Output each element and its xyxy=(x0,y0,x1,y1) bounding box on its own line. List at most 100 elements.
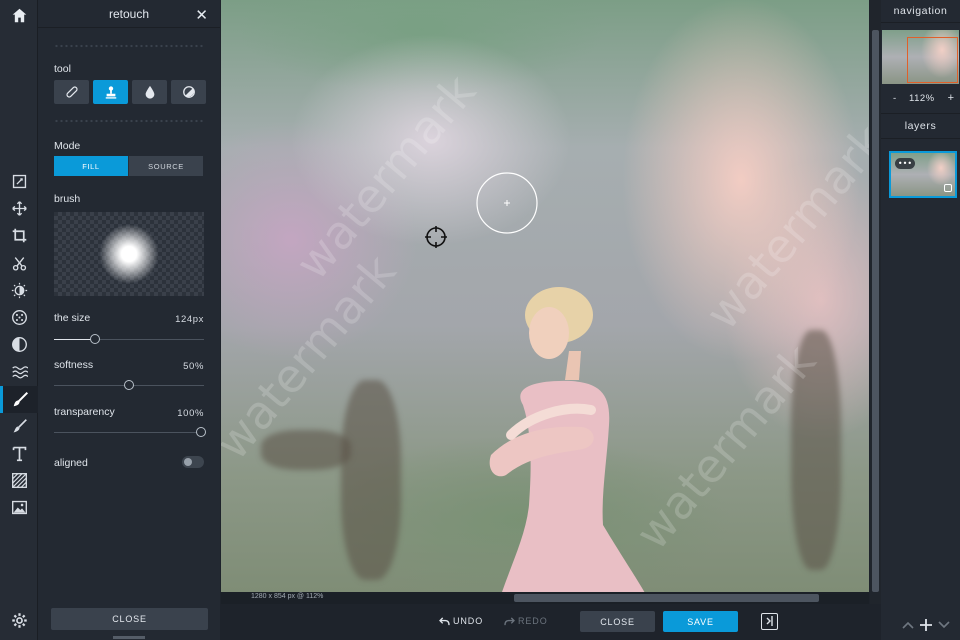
tool-adjust[interactable] xyxy=(0,277,38,304)
panel-title: retouch xyxy=(108,7,150,21)
retouch-panel: retouch ✕ tool Mode FILL SOURCE brush th… xyxy=(38,0,220,640)
tool-retouch[interactable] xyxy=(0,385,38,413)
panel-close-icon[interactable]: ✕ xyxy=(195,6,208,24)
dodge-burn-button[interactable] xyxy=(171,80,206,104)
tool-edit[interactable] xyxy=(0,168,38,195)
brush-glow xyxy=(99,224,159,284)
layer-more-button[interactable]: ••• xyxy=(895,158,915,169)
toggle-panel-button[interactable] xyxy=(761,613,778,630)
transparency-slider-knob[interactable] xyxy=(196,427,206,437)
divider xyxy=(881,22,960,23)
transparency-value: 100% xyxy=(177,408,204,419)
mode-fill-button[interactable]: FILL xyxy=(54,156,128,176)
source-crosshair xyxy=(425,226,447,248)
softness-label: softness xyxy=(54,359,94,371)
heal-tool-button[interactable] xyxy=(54,80,89,104)
text-icon xyxy=(12,446,26,462)
clone-stamp-button[interactable] xyxy=(93,80,128,104)
home-button[interactable] xyxy=(0,0,38,30)
close-button[interactable]: CLOSE xyxy=(580,611,655,632)
redo-button[interactable]: REDO xyxy=(504,616,548,626)
panel-close-button[interactable]: CLOSE xyxy=(51,608,208,630)
watermark: watermark xyxy=(284,64,487,290)
navigation-viewport[interactable] xyxy=(907,37,958,83)
clone-stamp-icon xyxy=(105,86,116,99)
texture-icon xyxy=(11,473,27,489)
mode-label: Mode xyxy=(54,140,81,152)
home-icon xyxy=(12,8,26,22)
navigation-thumbnail[interactable] xyxy=(882,30,959,84)
action-bar: UNDO REDO CLOSE SAVE xyxy=(221,604,881,640)
tree-trunk xyxy=(341,380,401,580)
size-label: the size xyxy=(54,312,91,324)
save-button[interactable]: SAVE xyxy=(663,611,738,632)
image-canvas[interactable]: watermark watermark watermark watermark xyxy=(221,0,869,592)
tool-filter[interactable] xyxy=(0,304,38,331)
tool-vignette[interactable] xyxy=(0,331,38,358)
paint-brush-icon xyxy=(13,418,27,433)
zoom-value[interactable]: 112% xyxy=(909,93,935,104)
aligned-toggle[interactable] xyxy=(182,456,204,468)
filter-icon xyxy=(11,310,27,326)
wave-icon xyxy=(11,366,28,379)
zoom-out-button[interactable]: - xyxy=(893,93,896,104)
size-slider-knob[interactable] xyxy=(90,334,100,344)
undo-icon xyxy=(439,616,450,625)
chevron-down-icon[interactable] xyxy=(938,620,950,630)
tool-move[interactable] xyxy=(0,195,38,222)
redo-label: REDO xyxy=(518,616,548,626)
vertical-scroll-thumb[interactable] xyxy=(872,30,879,592)
brush-preview xyxy=(54,212,204,296)
retouch-tool-group xyxy=(54,80,206,104)
aligned-label: aligned xyxy=(54,457,88,469)
edit-icon xyxy=(12,174,26,189)
softness-value: 50% xyxy=(183,361,204,372)
divider xyxy=(881,138,960,139)
tool-list xyxy=(0,168,38,521)
mode-toggle: FILL SOURCE xyxy=(54,156,203,176)
image-icon xyxy=(11,501,27,515)
layers-title: layers xyxy=(904,120,937,132)
aligned-toggle-knob xyxy=(184,458,192,466)
move-icon xyxy=(11,201,27,217)
vignette-icon xyxy=(11,337,27,353)
tool-texture[interactable] xyxy=(0,467,38,494)
drop-icon xyxy=(145,85,154,99)
image-dimensions: 1280 x 854 px @ 112% xyxy=(251,593,324,600)
retouch-brush-icon xyxy=(13,391,29,406)
tool-crop[interactable] xyxy=(0,222,38,249)
tool-rail xyxy=(0,0,38,640)
blur-tool-button[interactable] xyxy=(132,80,167,104)
softness-slider[interactable] xyxy=(54,380,204,390)
tool-image[interactable] xyxy=(0,494,38,521)
settings-button[interactable] xyxy=(0,606,38,634)
adjust-icon xyxy=(11,282,27,298)
mode-source-button[interactable]: SOURCE xyxy=(128,156,203,176)
navigation-title: navigation xyxy=(893,5,948,17)
contrast-circle-icon xyxy=(182,86,195,98)
divider xyxy=(54,44,204,48)
photo-subject xyxy=(489,287,645,592)
vertical-scrollbar[interactable] xyxy=(870,0,881,604)
add-layer-icon[interactable] xyxy=(920,619,932,631)
size-slider[interactable] xyxy=(54,334,204,344)
chevron-up-icon[interactable] xyxy=(902,620,914,630)
panel-resize-grip[interactable] xyxy=(113,636,145,639)
tool-text[interactable] xyxy=(0,440,38,467)
zoom-in-button[interactable]: + xyxy=(948,92,954,104)
watermark: watermark xyxy=(694,114,869,340)
softness-slider-knob[interactable] xyxy=(124,380,134,390)
tool-paint[interactable] xyxy=(0,413,38,440)
tool-waves[interactable] xyxy=(0,358,38,385)
crop-icon xyxy=(12,229,26,243)
tool-cut[interactable] xyxy=(0,250,38,277)
cut-icon xyxy=(12,256,26,271)
layer-thumbnail[interactable]: ••• xyxy=(889,151,957,198)
layer-visibility-icon[interactable] xyxy=(944,184,952,192)
transparency-slider[interactable] xyxy=(54,427,206,437)
panel-header: retouch ✕ xyxy=(38,0,220,28)
undo-button[interactable]: UNDO xyxy=(439,616,483,626)
zoom-control: - 112% + xyxy=(881,92,960,107)
horizontal-scrollbar[interactable] xyxy=(514,594,819,602)
layer-actions xyxy=(881,614,960,636)
